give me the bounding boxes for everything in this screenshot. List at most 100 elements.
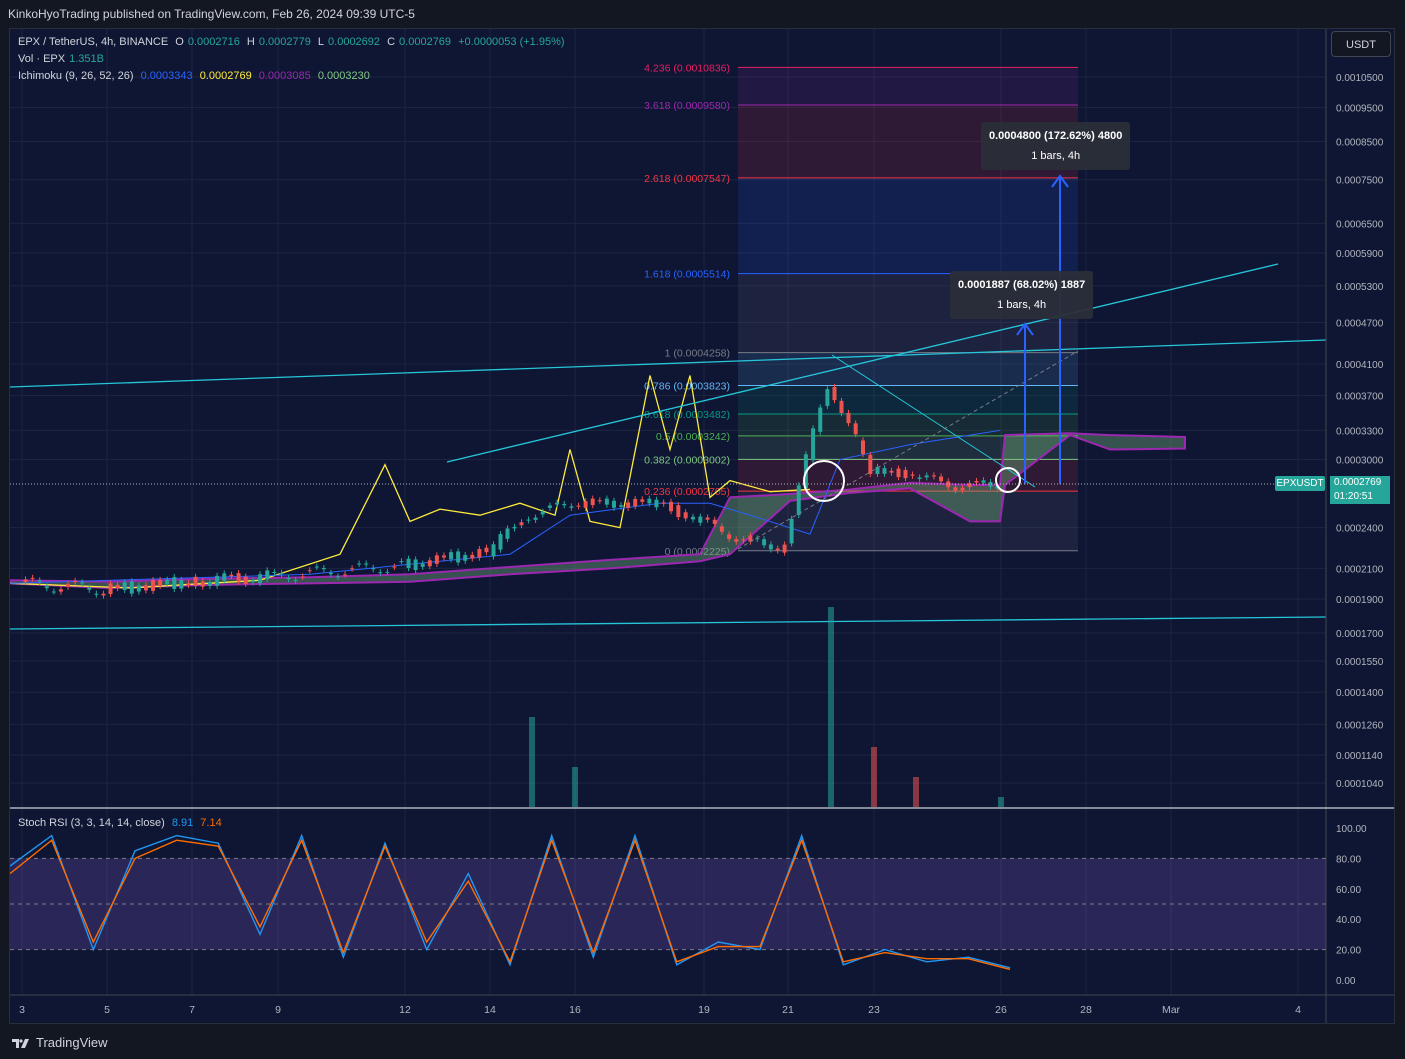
candle-body — [712, 519, 717, 524]
candle-body — [562, 503, 567, 506]
candle-body — [796, 485, 801, 516]
candle-body — [705, 517, 710, 520]
stoch-d-value: 7.14 — [200, 817, 222, 829]
volume-bar — [529, 717, 535, 807]
stoch-tick-label: 20.00 — [1336, 946, 1361, 957]
h-label: H — [246, 36, 255, 48]
candle-body — [151, 580, 156, 591]
stoch-legend: Stoch RSI (3, 3, 14, 14, close) 8.91 7.1… — [18, 817, 226, 829]
chart-container[interactable]: 4.236 (0.0010836) 3.618 (0.0009580) 2.618 … — [9, 28, 1395, 1024]
tooltip-2-line2: 1 bars, 4h — [997, 299, 1047, 311]
bar-countdown: 01:20:51 — [1334, 491, 1373, 502]
stoch-rsi-pane: 100.00 80.00 60.00 40.00 20.00 0.00 — [10, 807, 1394, 987]
candle-body — [385, 571, 390, 573]
candle-body — [498, 534, 503, 550]
candle-body — [286, 577, 291, 580]
price-tick-label: 0.0004100 — [1336, 360, 1384, 371]
candle-body — [186, 583, 191, 586]
candle-body — [328, 572, 333, 575]
close-value: 0.0002769 — [399, 36, 452, 48]
candle-body — [272, 571, 277, 574]
price-tick-label: 0.0010500 — [1336, 73, 1384, 84]
candle-body — [229, 574, 234, 577]
candle-body — [258, 574, 263, 584]
fib-zone — [738, 177, 1078, 274]
candle-body — [243, 576, 248, 584]
candle-body — [903, 469, 908, 479]
candle-body — [555, 502, 560, 505]
candle-body — [719, 526, 724, 532]
candle-body — [44, 586, 49, 589]
price-tick-label: 0.0001550 — [1336, 657, 1384, 668]
candle-body — [420, 563, 425, 567]
candle-body — [981, 480, 986, 483]
volume-bars — [529, 607, 1004, 807]
candle-body — [73, 580, 78, 583]
tradingview-logo[interactable]: TradingView — [12, 1035, 108, 1050]
candle-body — [101, 593, 106, 596]
candle-body — [512, 526, 517, 529]
fib-level-label: 2.618 (0.0007547) — [644, 173, 730, 185]
candle-body — [265, 570, 270, 580]
ichimoku-legend: Ichimoku (9, 26, 52, 26) 0.0003343 0.000… — [18, 70, 374, 82]
fib-zone — [738, 67, 1078, 105]
candle-body — [669, 501, 673, 512]
candle-body — [477, 549, 482, 558]
candle-body — [371, 567, 376, 570]
candle-body — [917, 477, 922, 480]
candle-body — [456, 551, 461, 563]
tooltip-1-line1: 0.0004800 (172.62%) 4800 — [989, 130, 1123, 142]
candle-body — [165, 579, 170, 585]
high-value: 0.0002779 — [258, 36, 311, 48]
candle-body — [37, 580, 42, 582]
ichimoku-value-4: 0.0003230 — [317, 70, 370, 82]
candle-body — [80, 582, 85, 584]
tradingview-logo-icon — [12, 1038, 29, 1048]
candle-body — [406, 558, 411, 569]
candle-body — [484, 547, 489, 553]
candle-body — [87, 587, 92, 590]
time-tick-label: 16 — [569, 1004, 581, 1016]
candle-body — [619, 505, 624, 507]
symbol-name: EPX / TetherUS, 4h, BINANCE — [18, 36, 169, 48]
candle-body — [569, 506, 574, 508]
measure-tooltip-2: 0.0001887 (68.02%) 1887 1 bars, 4h — [950, 271, 1094, 319]
time-tick-label: 3 — [19, 1004, 25, 1016]
time-tick-label: 9 — [275, 1004, 281, 1016]
candle-body — [293, 580, 298, 582]
candle-body — [30, 577, 35, 579]
candle-body — [307, 570, 312, 572]
fib-zone — [738, 414, 1078, 436]
fib-level-label: 0.382 (0.0003002) — [644, 454, 730, 466]
low-value: 0.0002692 — [328, 36, 381, 48]
time-tick-label: 19 — [698, 1004, 710, 1016]
ichimoku-label: Ichimoku (9, 26, 52, 26) — [18, 70, 134, 82]
candle-body — [540, 511, 545, 515]
price-tick-label: 0.0002400 — [1336, 524, 1384, 535]
candle-body — [741, 539, 746, 541]
time-tick-label: 23 — [868, 1004, 880, 1016]
candle-body — [158, 579, 163, 587]
candle-body — [207, 581, 212, 586]
chart-canvas[interactable]: 4.236 (0.0010836) 3.618 (0.0009580) 2.618 … — [10, 29, 1394, 1023]
candle-body — [335, 576, 340, 578]
candle-body — [576, 505, 581, 507]
stoch-tick-label: 0.00 — [1336, 976, 1356, 987]
candle-body — [441, 555, 446, 558]
candle-body — [172, 577, 177, 589]
candle-body — [683, 512, 688, 519]
candle-body — [611, 500, 616, 508]
price-tick-label: 0.0008500 — [1336, 138, 1384, 149]
publisher-line: KinkoHyoTrading published on TradingView… — [8, 7, 415, 21]
candle-body — [974, 480, 979, 483]
symbol-legend: EPX / TetherUS, 4h, BINANCE O 0.0002716 H… — [18, 36, 569, 48]
currency-button[interactable]: USDT — [1331, 31, 1391, 57]
candle-body — [590, 498, 595, 506]
stoch-k-value: 8.91 — [171, 817, 194, 829]
candle-body — [215, 575, 220, 586]
candle-body — [533, 517, 538, 520]
price-tick-label: 0.0009500 — [1336, 104, 1384, 115]
candle-body — [23, 579, 28, 583]
time-tick-label: 21 — [782, 1004, 794, 1016]
candle-body — [583, 501, 588, 508]
